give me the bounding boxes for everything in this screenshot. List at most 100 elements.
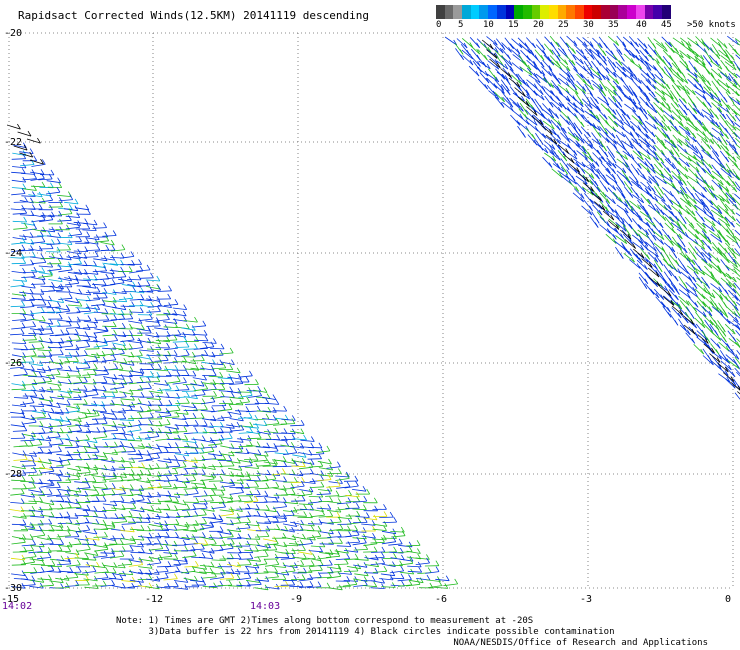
wind-barb-flag xyxy=(92,566,97,572)
wind-barb-flag xyxy=(103,431,108,438)
wind-barb-flag xyxy=(594,222,599,228)
wind-barb-flag xyxy=(21,570,26,576)
wind-barb-flag xyxy=(165,433,170,440)
wind-barb-flag xyxy=(276,510,281,517)
wind-barb xyxy=(661,187,674,197)
wind-barb-flag xyxy=(31,251,36,257)
wind-barb xyxy=(220,543,235,546)
wind-barb xyxy=(264,450,279,453)
wind-barb xyxy=(47,186,62,188)
wind-barb-flag xyxy=(237,553,242,560)
wind-barb xyxy=(20,164,35,167)
wind-barb-flag xyxy=(335,490,340,496)
wind-barb-flag xyxy=(40,325,45,331)
wind-barb-flag xyxy=(30,301,35,307)
wind-barb xyxy=(74,557,89,560)
wind-barb xyxy=(93,486,108,490)
wind-barb xyxy=(265,515,280,518)
wind-barb xyxy=(686,144,699,154)
wind-barb-flag xyxy=(29,288,34,295)
wind-barb-flag xyxy=(175,442,179,448)
wind-barb xyxy=(645,61,657,71)
wind-barb-flag xyxy=(337,531,342,537)
wind-barb-flag xyxy=(255,379,259,385)
wind-barb-flag xyxy=(58,182,63,188)
wind-barb xyxy=(624,103,636,113)
wind-barb-flag xyxy=(586,97,591,104)
wind-barb xyxy=(139,488,154,490)
wind-barb xyxy=(11,293,26,297)
wind-barb-flag xyxy=(85,553,89,559)
wind-barb xyxy=(670,200,683,210)
wind-barb xyxy=(40,484,55,488)
wind-barb-flag xyxy=(383,511,388,517)
wind-barb-flag xyxy=(635,169,640,176)
wind-barb xyxy=(192,377,207,381)
wind-barb-flag xyxy=(273,544,278,551)
wind-barb-flag xyxy=(129,323,133,330)
wind-barb xyxy=(91,418,107,420)
wind-barb xyxy=(308,465,323,468)
wind-barb-flag xyxy=(78,300,83,307)
wind-barb xyxy=(156,423,171,427)
wind-barb-flag xyxy=(400,565,405,572)
wind-barb-flag xyxy=(357,517,362,523)
wind-barb xyxy=(13,227,28,230)
wind-barb-flag xyxy=(192,370,197,377)
wind-barb-flag xyxy=(47,365,52,372)
wind-barb xyxy=(31,410,46,414)
wind-barb-flag xyxy=(393,533,397,539)
wind-barb-flag xyxy=(105,314,110,321)
wind-barb-flag xyxy=(675,146,680,152)
wind-barb-flag xyxy=(355,529,360,536)
wind-barb xyxy=(101,424,117,427)
wind-barb xyxy=(192,486,207,489)
wind-barb-flag xyxy=(283,516,288,522)
wind-barb xyxy=(100,411,115,415)
wind-barb xyxy=(245,565,259,569)
wind-barb-flag xyxy=(329,510,334,517)
wind-barb-flag xyxy=(192,475,197,481)
wind-barb-flag xyxy=(30,356,35,363)
wind-barb-flag xyxy=(176,376,181,382)
wind-barb xyxy=(199,500,214,502)
wind-barb-flag xyxy=(722,113,727,120)
wind-barb xyxy=(525,116,538,126)
wind-barb-flag xyxy=(301,574,306,580)
wind-barb xyxy=(399,571,414,575)
wind-barb-flag xyxy=(83,385,88,391)
wind-barb xyxy=(735,73,740,78)
wind-barb-flag xyxy=(708,61,713,67)
wind-barb-flag xyxy=(684,104,689,111)
wind-barb-flag xyxy=(56,186,61,193)
wind-barb xyxy=(621,140,634,149)
wind-barb-flag xyxy=(157,491,161,498)
wind-barb xyxy=(145,457,160,461)
wind-barb-flag xyxy=(174,468,178,474)
wind-barb-flag xyxy=(336,511,341,518)
wind-barb xyxy=(717,211,728,223)
wind-barb-flag xyxy=(249,490,254,497)
wind-barb xyxy=(335,475,350,478)
wind-barb xyxy=(566,35,578,46)
wind-barb-flag xyxy=(112,296,117,303)
wind-barb-flag xyxy=(248,412,253,418)
wind-barb-flag xyxy=(320,448,325,454)
wind-barb xyxy=(210,348,225,350)
wind-barb-flag xyxy=(715,114,719,120)
wind-barb-flag xyxy=(454,578,459,585)
wind-barb-flag xyxy=(76,559,81,566)
wind-barb-flag xyxy=(146,280,151,286)
wind-barb xyxy=(11,158,26,160)
wind-barb xyxy=(615,151,628,160)
wind-barb-flag xyxy=(102,385,107,392)
wind-barb-flag xyxy=(167,490,172,496)
wind-barb-flag xyxy=(373,581,378,587)
wind-barb-flag xyxy=(122,546,126,552)
wind-barb xyxy=(10,424,25,428)
wind-barb-flag xyxy=(317,525,322,532)
wind-barb xyxy=(121,502,136,504)
wind-barb-flag xyxy=(636,97,641,104)
wind-barb-flag xyxy=(435,566,440,572)
wind-barb xyxy=(56,563,71,566)
